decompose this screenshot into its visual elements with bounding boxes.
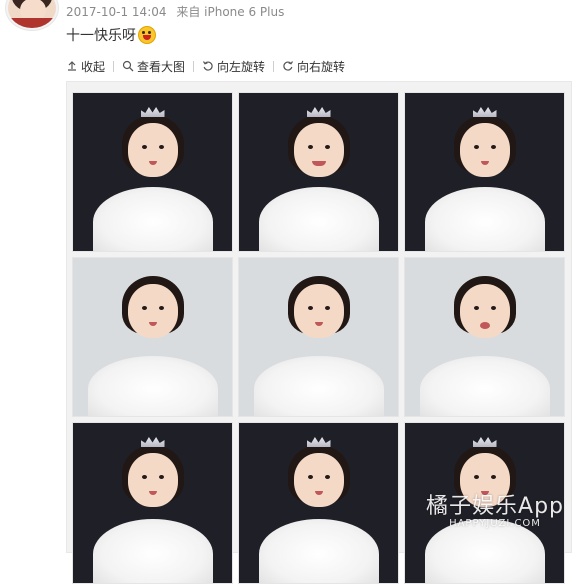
photo-thumbnail[interactable] bbox=[72, 422, 233, 584]
rotate-left-button[interactable]: 向左旋转 bbox=[202, 58, 265, 75]
rotate-left-icon bbox=[203, 61, 213, 71]
rotate-right-icon bbox=[283, 61, 294, 71]
photo-thumbnail[interactable] bbox=[238, 92, 399, 252]
rotate-right-label: 向右旋转 bbox=[297, 59, 346, 74]
photo-thumbnail[interactable] bbox=[238, 422, 399, 584]
photo-thumbnail[interactable] bbox=[238, 257, 399, 417]
watermark: 橘子娱乐App HAPPYJUZI.COM bbox=[426, 488, 564, 529]
view-large-label: 查看大图 bbox=[137, 59, 186, 74]
post-source: 来自 iPhone 6 Plus bbox=[176, 5, 285, 19]
collapse-label: 收起 bbox=[81, 59, 106, 74]
laughing-emoji-icon bbox=[138, 26, 156, 44]
photo-thumbnail[interactable] bbox=[72, 257, 233, 417]
toolbar-divider bbox=[113, 60, 115, 72]
view-large-button[interactable]: 查看大图 bbox=[122, 58, 185, 75]
photo-thumbnail[interactable] bbox=[404, 257, 565, 417]
post-meta: 2017-10-1 14:04 来自 iPhone 6 Plus bbox=[66, 3, 290, 20]
magnifier-icon bbox=[122, 60, 134, 72]
post-text: 十一快乐呀 bbox=[66, 25, 156, 45]
toolbar-divider bbox=[193, 60, 195, 72]
photo-thumbnail[interactable] bbox=[404, 92, 565, 252]
post-text-content: 十一快乐呀 bbox=[66, 28, 136, 44]
rotate-left-label: 向左旋转 bbox=[217, 59, 266, 74]
toolbar-divider bbox=[273, 60, 275, 72]
post-time[interactable]: 2017-10-1 14:04 bbox=[66, 5, 167, 19]
collapse-button[interactable]: 收起 bbox=[66, 58, 105, 75]
collapse-arrow-icon bbox=[68, 61, 76, 71]
user-avatar[interactable] bbox=[6, 0, 58, 30]
rotate-right-button[interactable]: 向右旋转 bbox=[282, 58, 345, 75]
image-toolbar: 收起 查看大图 向左旋转 向右旋转 bbox=[66, 57, 345, 75]
watermark-cn: 橘子娱乐App bbox=[426, 494, 564, 519]
photo-thumbnail[interactable] bbox=[72, 92, 233, 252]
